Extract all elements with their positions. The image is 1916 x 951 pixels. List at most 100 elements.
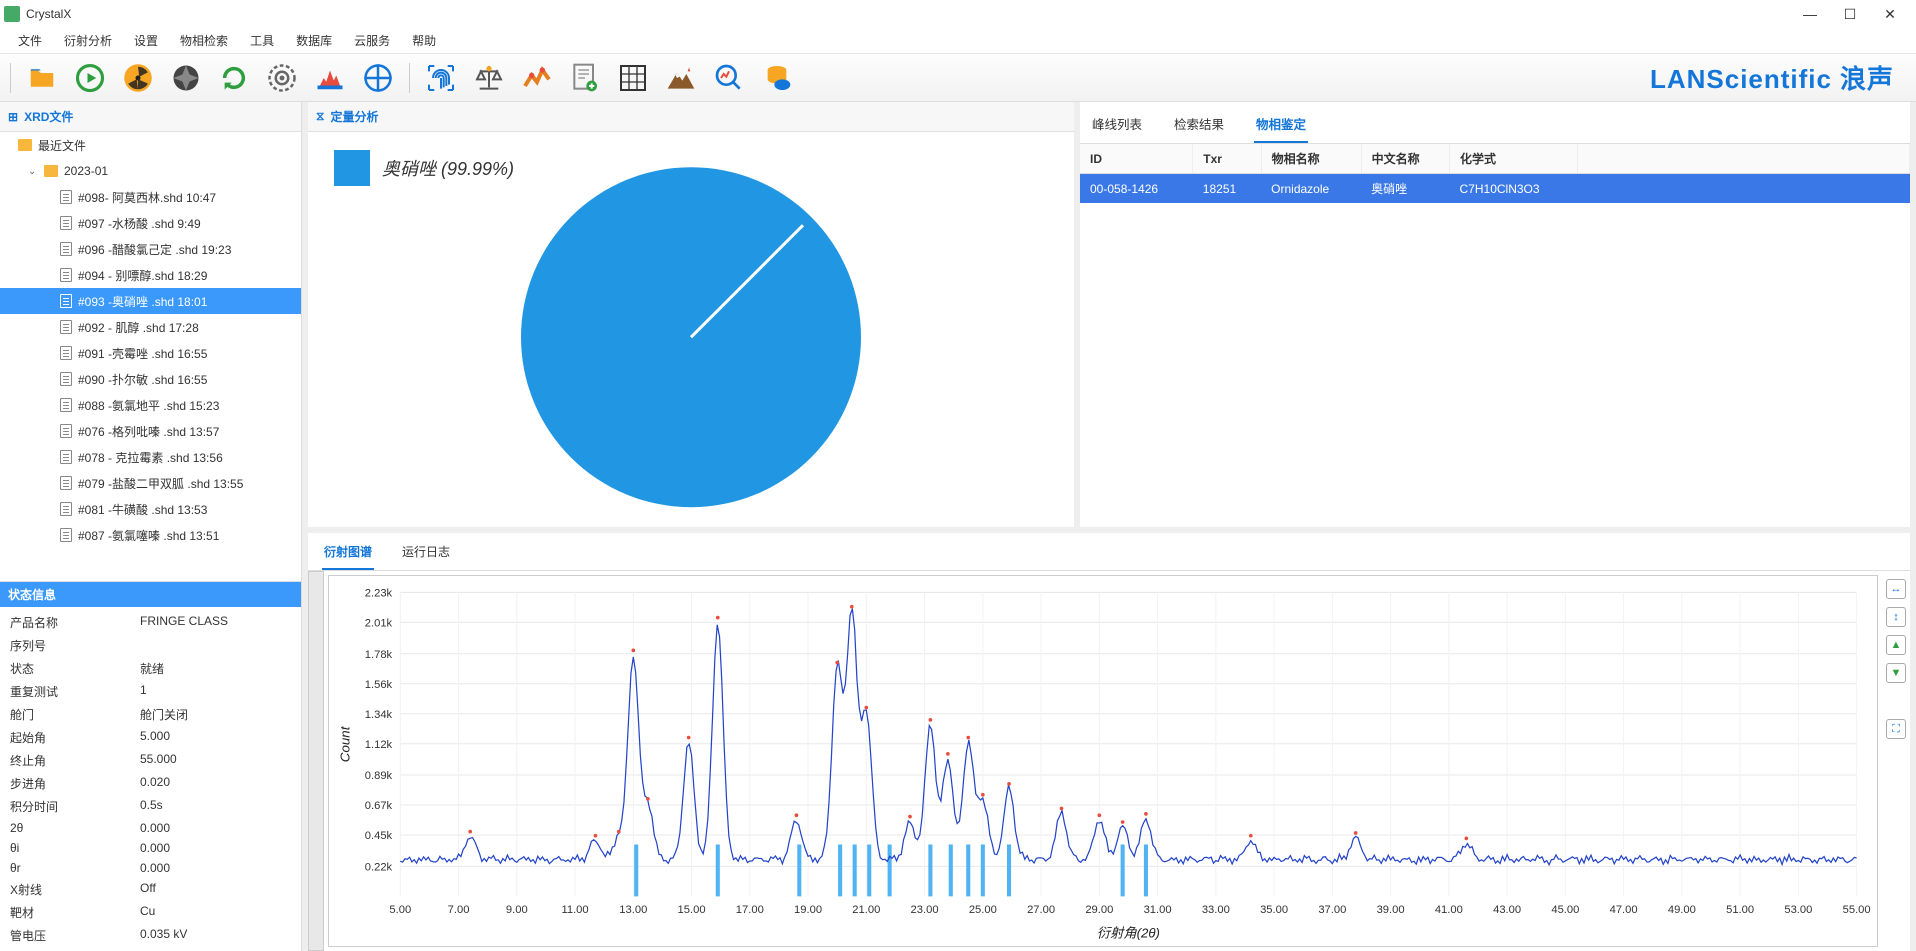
file-icon: [60, 242, 72, 256]
up-icon[interactable]: ▲: [1886, 635, 1906, 655]
tree-file[interactable]: #096 -醋酸氯己定 .shd 19:23: [0, 236, 301, 262]
status-title: 状态信息: [0, 582, 301, 607]
svg-text:41.00: 41.00: [1435, 904, 1463, 916]
status-row: 2θ0.000: [0, 818, 301, 838]
spectrum-icon[interactable]: [311, 59, 349, 97]
menu-file[interactable]: 文件: [8, 28, 52, 53]
file-icon: [60, 268, 72, 282]
folder-icon: [18, 139, 32, 151]
close-button[interactable]: ✕: [1880, 6, 1900, 23]
gear-icon[interactable]: [263, 59, 301, 97]
title-bar: CrystalX — ☐ ✕: [0, 0, 1916, 28]
menu-bar: 文件 衍射分析 设置 物相检索 工具 数据库 云服务 帮助: [0, 28, 1916, 54]
tree-file[interactable]: #092 - 肌醇 .shd 17:28: [0, 314, 301, 340]
status-row: 序列号: [0, 634, 301, 657]
down-icon[interactable]: ▼: [1886, 663, 1906, 683]
pie-legend: 奥硝唑 (99.99%): [334, 150, 514, 186]
status-row: 步进角0.020: [0, 772, 301, 795]
tree-file[interactable]: #093 -奥硝唑 .shd 18:01: [0, 288, 301, 314]
tree-file[interactable]: #079 -盐酸二甲双胍 .shd 13:55: [0, 470, 301, 496]
svg-text:1.12k: 1.12k: [365, 739, 393, 751]
menu-cloud[interactable]: 云服务: [344, 28, 400, 53]
mountain-icon[interactable]: [662, 59, 700, 97]
maximize-button[interactable]: ☐: [1840, 6, 1860, 23]
svg-text:0.22k: 0.22k: [365, 862, 393, 874]
menu-settings[interactable]: 设置: [124, 28, 168, 53]
chart-collapse-handle[interactable]: [308, 571, 324, 951]
file-icon: [60, 294, 72, 308]
tab-run-log[interactable]: 运行日志: [400, 539, 452, 570]
svg-text:19.00: 19.00: [794, 904, 822, 916]
open-folder-icon[interactable]: [23, 59, 61, 97]
report-icon[interactable]: [566, 59, 604, 97]
menu-help[interactable]: 帮助: [402, 28, 446, 53]
menu-diffraction[interactable]: 衍射分析: [54, 28, 122, 53]
balance-icon[interactable]: [470, 59, 508, 97]
svg-text:2.01k: 2.01k: [365, 618, 393, 630]
tree-file[interactable]: #091 -壳霉唑 .shd 16:55: [0, 340, 301, 366]
grid-icon[interactable]: [614, 59, 652, 97]
file-tree[interactable]: 最近文件 ⌄ 2023-01 #098- 阿莫西林.shd 10:47#097 …: [0, 132, 301, 581]
tree-folder-2023-01[interactable]: ⌄ 2023-01: [0, 158, 301, 184]
app-icon: [4, 6, 20, 22]
cloud-db-icon[interactable]: [758, 59, 796, 97]
legend-swatch: [334, 150, 370, 186]
aperture-icon[interactable]: [167, 59, 205, 97]
tree-recent-folder[interactable]: 最近文件: [0, 132, 301, 158]
expand-v-icon[interactable]: ↕: [1886, 607, 1906, 627]
menu-phase-search[interactable]: 物相检索: [170, 28, 238, 53]
svg-text:0.67k: 0.67k: [365, 800, 393, 812]
analysis-icon: ⧖: [316, 109, 324, 124]
svg-text:1.56k: 1.56k: [365, 679, 393, 691]
svg-text:31.00: 31.00: [1144, 904, 1172, 916]
tab-search-results[interactable]: 检索结果: [1172, 110, 1226, 143]
fingerprint-icon[interactable]: [422, 59, 460, 97]
status-row: 状态就绪: [0, 657, 301, 680]
fullscreen-icon[interactable]: ⛶: [1886, 719, 1906, 739]
status-row: 靶材Cu: [0, 901, 301, 924]
tree-file[interactable]: #088 -氨氯地平 .shd 15:23: [0, 392, 301, 418]
tree-file[interactable]: #094 - 别嘌醇.shd 18:29: [0, 262, 301, 288]
tree-file[interactable]: #076 -格列吡嗪 .shd 13:57: [0, 418, 301, 444]
svg-text:0.45k: 0.45k: [365, 830, 393, 842]
svg-text:35.00: 35.00: [1260, 904, 1288, 916]
radiation-icon[interactable]: [119, 59, 157, 97]
file-icon: [60, 476, 72, 490]
play-icon[interactable]: [71, 59, 109, 97]
table-row[interactable]: 00-058-1426 18251 Ornidazole 奥硝唑 C7H10Cl…: [1080, 174, 1910, 204]
file-panel-icon: ⊞: [8, 110, 18, 124]
phase-table[interactable]: ID Txr 物相名称 中文名称 化学式 00-058-1426 18251 O…: [1080, 144, 1910, 203]
menu-database[interactable]: 数据库: [286, 28, 342, 53]
minimize-button[interactable]: —: [1800, 6, 1820, 23]
tree-file[interactable]: #078 - 克拉霉素 .shd 13:56: [0, 444, 301, 470]
tab-peaks[interactable]: 峰线列表: [1090, 110, 1144, 143]
diffraction-chart[interactable]: 0.22k0.45k0.67k0.89k1.12k1.34k1.56k1.78k…: [329, 576, 1877, 946]
svg-text:45.00: 45.00: [1551, 904, 1579, 916]
file-icon: [60, 372, 72, 386]
tree-file[interactable]: #087 -氨氯噻嗪 .shd 13:51: [0, 522, 301, 548]
tab-phase-id[interactable]: 物相鉴定: [1254, 110, 1308, 143]
svg-text:15.00: 15.00: [678, 904, 706, 916]
chart-panel: 衍射图谱 运行日志 0.22k0.45k0.67k0.89k1.12k1.34k…: [308, 533, 1910, 951]
menu-tools[interactable]: 工具: [240, 28, 284, 53]
svg-text:0.89k: 0.89k: [365, 770, 393, 782]
toolbar: LANScientific浪声: [0, 54, 1916, 102]
svg-text:53.00: 53.00: [1784, 904, 1812, 916]
tree-file[interactable]: #090 -扑尔敏 .shd 16:55: [0, 366, 301, 392]
tree-file[interactable]: #097 -水杨酸 .shd 9:49: [0, 210, 301, 236]
chevron-down-icon: ⌄: [28, 166, 38, 177]
refresh-icon[interactable]: [215, 59, 253, 97]
tree-file[interactable]: #098- 阿莫西林.shd 10:47: [0, 184, 301, 210]
expand-h-icon[interactable]: ↔: [1886, 579, 1906, 599]
tab-diffraction-chart[interactable]: 衍射图谱: [322, 539, 374, 570]
search-chart-icon[interactable]: [710, 59, 748, 97]
trend-icon[interactable]: [518, 59, 556, 97]
app-title: CrystalX: [26, 7, 1800, 21]
target-icon[interactable]: [359, 59, 397, 97]
tree-file[interactable]: #081 -牛磺酸 .shd 13:53: [0, 496, 301, 522]
svg-text:21.00: 21.00: [852, 904, 880, 916]
folder-icon: [44, 165, 58, 177]
status-row: 管电压0.035 kV: [0, 924, 301, 947]
svg-text:13.00: 13.00: [619, 904, 647, 916]
svg-text:43.00: 43.00: [1493, 904, 1521, 916]
